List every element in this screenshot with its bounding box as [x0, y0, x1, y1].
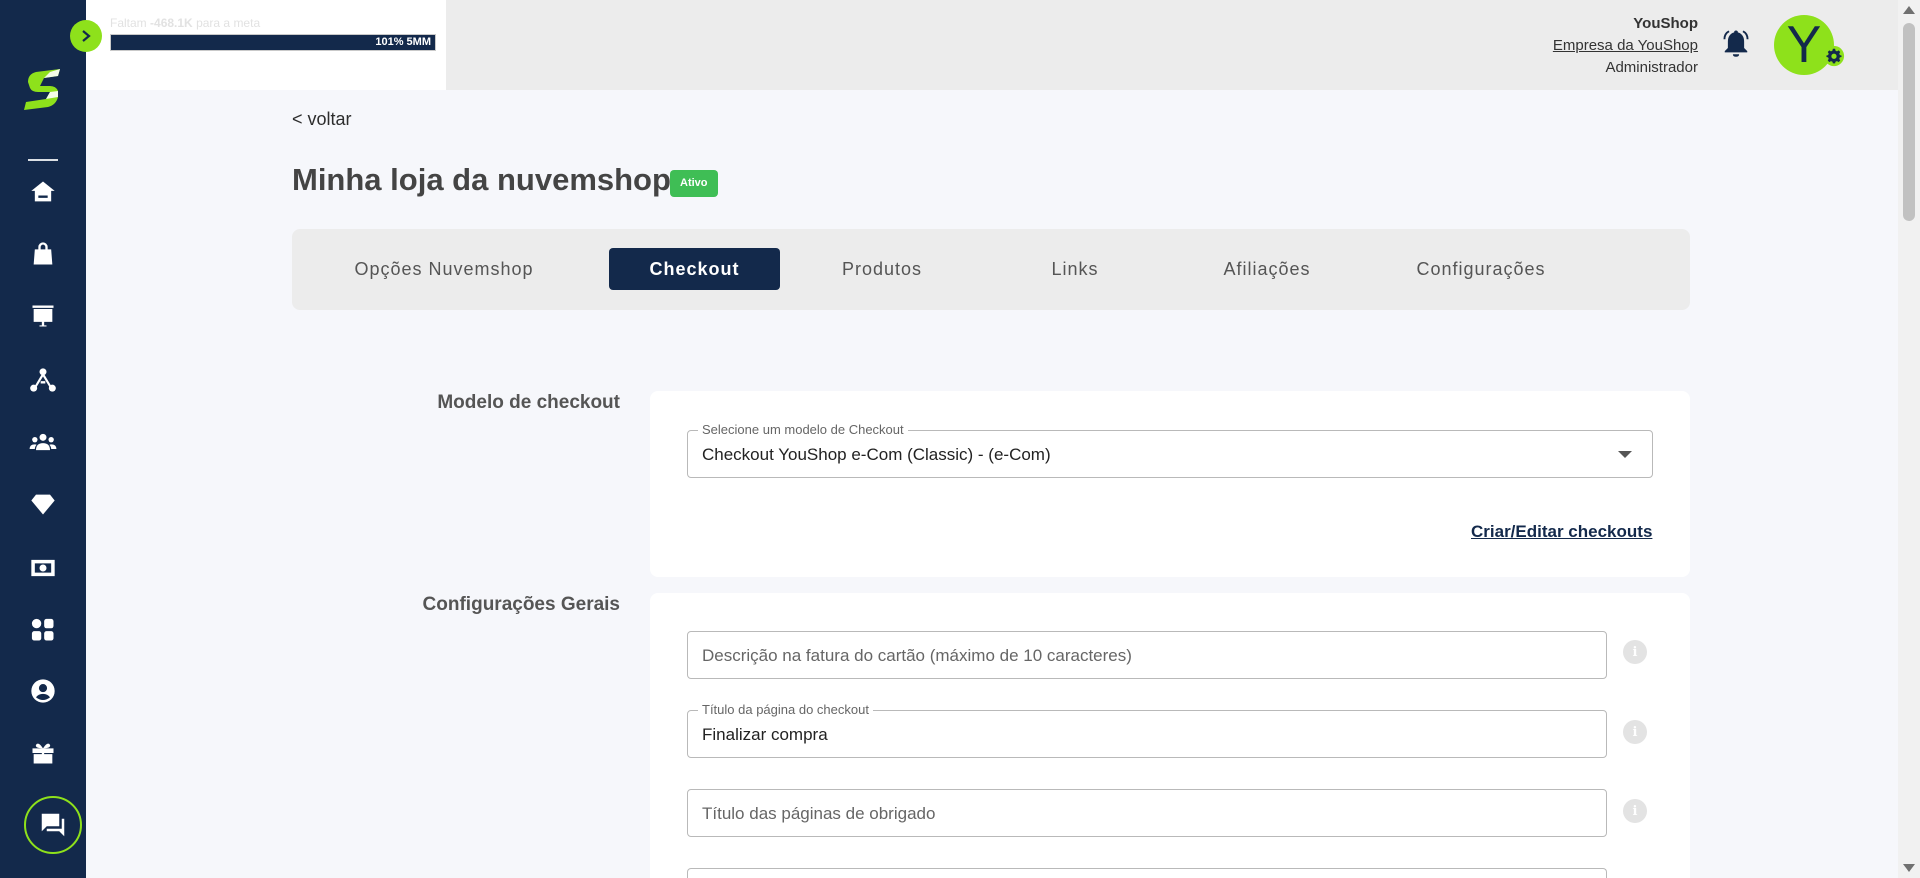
info-icon[interactable]: i — [1623, 799, 1647, 823]
goal-target: 5MM — [406, 36, 431, 48]
gear-icon[interactable] — [1823, 45, 1845, 67]
tab-checkout[interactable]: Checkout — [609, 248, 780, 290]
gift-icon — [32, 743, 54, 764]
chat-icon — [41, 813, 65, 837]
status-badge: Ativo — [670, 170, 718, 197]
checkout-model-select-value: Checkout YouShop e-Com (Classic) - (e-Co… — [702, 445, 1051, 464]
sidebar-item-dashboard[interactable] — [27, 300, 59, 332]
scroll-up-arrow-icon[interactable] — [1903, 6, 1915, 14]
edit-checkouts-link[interactable]: Criar/Editar checkouts — [1471, 522, 1652, 542]
money-icon — [31, 559, 55, 577]
sidebar-item-apps[interactable] — [27, 614, 59, 646]
sidebar-item-finance[interactable] — [27, 552, 59, 584]
sidebar-item-rewards[interactable] — [27, 737, 59, 769]
sidebar-item-users[interactable] — [27, 426, 59, 458]
checkout-model-select[interactable]: Selecione um modelo de Checkout Checkout… — [687, 422, 1653, 478]
checkout-model-card — [650, 391, 1690, 577]
user-info: YouShop Empresa da YouShop Administrador — [1553, 13, 1698, 79]
tab-products[interactable]: Produtos — [832, 248, 932, 290]
notification-bell-icon[interactable] — [1721, 27, 1751, 59]
scroll-thumb[interactable] — [1903, 23, 1915, 221]
sidebar-divider — [28, 159, 58, 161]
brand-logo-icon[interactable] — [20, 66, 66, 118]
page-title: Minha loja da nuvemshop — [292, 162, 671, 197]
sidebar-item-network[interactable] — [27, 364, 59, 396]
diamond-icon — [31, 494, 55, 515]
checkout-model-section-label: Modelo de checkout — [437, 392, 620, 413]
chart-board-icon — [32, 305, 54, 327]
sidebar-item-home[interactable] — [27, 176, 59, 208]
card-descriptor-placeholder: Descrição na fatura do cartão (máximo de… — [702, 646, 1132, 665]
sidebar — [0, 0, 86, 878]
tab-affiliations[interactable]: Afiliações — [1212, 248, 1322, 290]
company-link[interactable]: Empresa da YouShop — [1553, 35, 1698, 57]
user-circle-icon — [31, 679, 55, 703]
network-icon — [30, 368, 56, 392]
expand-sidebar-button[interactable] — [70, 20, 102, 52]
general-settings-section-label: Configurações Gerais — [422, 594, 620, 615]
users-icon — [29, 433, 57, 451]
home-icon — [31, 181, 55, 202]
checkout-model-select-label: Selecione um modelo de Checkout — [698, 422, 908, 437]
chat-button[interactable] — [24, 796, 82, 854]
shopping-bag-icon — [33, 242, 53, 265]
info-icon[interactable]: i — [1623, 640, 1647, 664]
goal-text-prefix: Faltam — [110, 16, 147, 30]
goal-amount: -468.1K — [150, 16, 193, 30]
scroll-down-arrow-icon[interactable] — [1903, 864, 1915, 872]
back-link[interactable]: < voltar — [292, 109, 352, 130]
thank-you-title-placeholder: Título das páginas de obrigado — [702, 804, 936, 823]
user-role: Administrador — [1605, 59, 1698, 76]
tab-settings[interactable]: Configurações — [1406, 248, 1556, 290]
sidebar-item-premium[interactable] — [27, 488, 59, 520]
tab-nuvemshop-options[interactable]: Opções Nuvemshop — [346, 248, 542, 290]
info-icon[interactable]: i — [1623, 720, 1647, 744]
sidebar-item-profile[interactable] — [27, 675, 59, 707]
thank-you-title-input[interactable]: Título das páginas de obrigado — [687, 789, 1607, 837]
tab-links[interactable]: Links — [1045, 248, 1105, 290]
goal-text: Faltam -468.1K para a meta — [110, 16, 260, 30]
checkout-page-title-value: Finalizar compra — [702, 725, 828, 744]
checkout-page-title-input[interactable]: Título da página do checkout Finalizar c… — [687, 702, 1607, 758]
card-descriptor-input[interactable]: Descrição na fatura do cartão (máximo de… — [687, 631, 1607, 679]
page-scrollbar[interactable] — [1898, 0, 1920, 878]
goal-progress-label: 101% 5MM — [375, 36, 431, 48]
goal-percent: 101% — [375, 36, 404, 48]
tab-bar: Opções Nuvemshop Checkout Produtos Links… — [292, 229, 1690, 310]
next-field-input[interactable] — [687, 868, 1607, 878]
sidebar-item-shop[interactable] — [27, 238, 59, 270]
chevron-down-icon — [1618, 451, 1632, 458]
checkout-page-title-label: Título da página do checkout — [698, 702, 873, 717]
apps-icon — [31, 618, 54, 641]
user-name: YouShop — [1633, 15, 1698, 32]
goal-text-suffix: para a meta — [196, 16, 261, 30]
chevron-right-icon — [82, 30, 91, 42]
goal-progress-bar: 101% 5MM — [110, 34, 436, 51]
